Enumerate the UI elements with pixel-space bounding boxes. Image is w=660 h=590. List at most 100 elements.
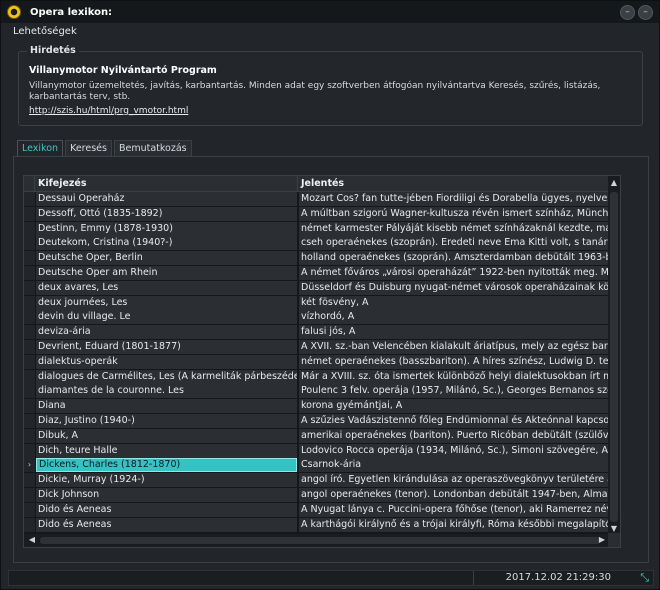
close-button[interactable]: – — [638, 5, 653, 20]
row-header[interactable] — [24, 443, 35, 458]
row-header[interactable] — [24, 369, 35, 384]
row-header[interactable] — [24, 295, 35, 310]
cell-kifejezes[interactable]: Dibuk, A — [36, 428, 297, 443]
cell-kifejezes[interactable]: dialogues de Carmélites, Les (A karmelit… — [36, 369, 297, 384]
row-header[interactable] — [24, 502, 35, 517]
cell-kifejezes[interactable]: Diana — [36, 399, 297, 414]
resize-grip-icon[interactable]: ⤡ — [640, 571, 649, 585]
cell-jelentes[interactable]: Már a XVIII. sz. óta ismertek különböző … — [299, 369, 610, 384]
cell-jelentes[interactable]: A német főváros „városi operaházát” 1922… — [299, 265, 610, 280]
row-header[interactable] — [24, 399, 35, 414]
cell-jelentes[interactable]: holland operaénekes (szoprán). Amszterda… — [299, 251, 610, 266]
table-row[interactable]: dialogues de Carmélites, Les (A karmelit… — [24, 369, 610, 385]
scroll-up-icon[interactable]: ▲ — [608, 178, 620, 187]
row-header[interactable] — [24, 339, 35, 354]
cell-kifejezes[interactable]: Dickie, Murray (1924-) — [36, 473, 297, 488]
row-header[interactable] — [24, 236, 35, 251]
row-selected-indicator-icon[interactable]: › — [24, 458, 35, 473]
column-header-jelentes[interactable]: Jelentés — [298, 176, 610, 192]
scroll-left-icon[interactable]: ◀ — [26, 535, 38, 544]
cell-jelentes[interactable]: Poulenc 3 felv. operája (1957, Milánó, S… — [299, 384, 610, 399]
horizontal-scrollbar[interactable]: ◀ ▶ — [24, 534, 610, 547]
scroll-right-icon[interactable]: ▶ — [596, 535, 608, 544]
row-header[interactable] — [24, 280, 35, 295]
menu-options[interactable]: Lehetőségek — [13, 26, 77, 37]
cell-kifejezes[interactable]: diamantes de la couronne. Les — [36, 384, 297, 399]
row-header[interactable] — [24, 206, 35, 221]
cell-jelentes[interactable]: Düsseldorf és Duisburg nyugat-német váro… — [299, 280, 610, 295]
vertical-scroll-thumb[interactable] — [610, 192, 618, 522]
table-row[interactable]: Destinn, Emmy (1878-1930) német karmester… — [24, 221, 610, 237]
table-row[interactable]: dialektus-operák német operaénekes (bassz… — [24, 354, 610, 370]
cell-jelentes[interactable]: angol író. Egyetlen kirándulása az opera… — [299, 473, 610, 488]
tab-kereses[interactable]: Keresés — [65, 140, 112, 156]
cell-jelentes[interactable]: német karmester Pályáját kisebb német sz… — [299, 221, 610, 236]
vertical-scrollbar[interactable]: ▲ ▼ — [608, 176, 620, 535]
table-row[interactable]: deux journées, Les két fösvény, A — [24, 295, 610, 311]
cell-jelentes[interactable]: falusi jós, A — [299, 325, 610, 340]
table-row[interactable]: Devrient, Eduard (1801-1877) A XVII. sz.-… — [24, 339, 610, 355]
table-row[interactable]: › Dickens, Charles (1812-1870) Csarnok-ári… — [24, 458, 610, 474]
row-header[interactable] — [24, 310, 35, 325]
row-header[interactable] — [24, 221, 35, 236]
row-header[interactable] — [24, 192, 35, 206]
minimize-button[interactable]: – — [620, 5, 635, 20]
cell-jelentes[interactable]: A múltban szigorú Wagner-kultusza révén … — [299, 206, 610, 221]
cell-kifejezes[interactable]: deux avares, Les — [36, 280, 297, 295]
cell-jelentes[interactable]: Lodovico Rocca operája (1934, Milánó, Sc… — [299, 443, 610, 458]
cell-jelentes[interactable]: Csarnok-ária — [299, 458, 610, 473]
row-header[interactable] — [24, 251, 35, 266]
table-row[interactable]: Diaz, Justino (1940-) A szűzies Vadászist… — [24, 413, 610, 429]
table-row[interactable]: deviza-ária falusi jós, A — [24, 325, 610, 340]
title-bar[interactable]: Opera lexikon: – – — [1, 1, 659, 23]
cell-jelentes[interactable]: A szűzies Vadászistennő főleg Endümionna… — [299, 413, 610, 428]
cell-jelentes[interactable]: A karthágói királynő és a trójai királyf… — [299, 517, 610, 532]
table-row[interactable]: Deutekom, Cristina (1940?-) cseh operaéne… — [24, 236, 610, 252]
row-header[interactable] — [24, 473, 35, 488]
table-row[interactable]: Dick Johnson angol operaénekes (tenor). L… — [24, 487, 610, 503]
cell-kifejezes[interactable]: Deutsche Oper, Berlin — [36, 251, 297, 266]
table-row[interactable]: Deutsche Oper am Rhein A német főváros „v… — [24, 265, 610, 281]
cell-jelentes[interactable]: angol operaénekes (tenor). Londonban deb… — [299, 487, 610, 502]
table-row[interactable]: devin du village. Le vízhordó, A — [24, 310, 610, 326]
cell-jelentes[interactable]: két fösvény, A — [299, 295, 610, 310]
cell-jelentes[interactable]: Mozart Cos? fan tutte-jében Fiordiligi é… — [299, 192, 610, 206]
tab-bemutatkozas[interactable]: Bemutatkozás — [113, 140, 192, 156]
cell-kifejezes[interactable]: Devrient, Eduard (1801-1877) — [36, 339, 297, 354]
row-header[interactable] — [24, 384, 35, 399]
cell-kifejezes[interactable]: Diaz, Justino (1940-) — [36, 413, 297, 428]
cell-kifejezes[interactable]: Dido és Aeneas — [36, 517, 297, 532]
cell-jelentes[interactable]: vízhordó, A — [299, 310, 610, 325]
cell-kifejezes[interactable]: deux journées, Les — [36, 295, 297, 310]
table-row[interactable]: Dich, teure Halle Lodovico Rocca operája … — [24, 443, 610, 459]
cell-kifejezes[interactable]: devin du village. Le — [36, 310, 297, 325]
cell-kifejezes[interactable]: Dick Johnson — [36, 487, 297, 502]
cell-jelentes[interactable]: német operaénekes (basszbariton). A híre… — [299, 354, 610, 369]
table-row[interactable]: Dibuk, Aamerikai operaénekes (bariton). … — [24, 428, 610, 444]
cell-kifejezes[interactable]: Deutekom, Cristina (1940?-) — [36, 236, 297, 251]
table-row[interactable]: Deutsche Oper, Berlin holland operaénekes… — [24, 251, 610, 266]
table-row[interactable]: Dido és Aeneas A karthágói királynő és a … — [24, 517, 610, 533]
table-row[interactable]: Dickie, Murray (1924-) angol író. Egyetle… — [24, 473, 610, 488]
row-header[interactable] — [24, 517, 35, 532]
lexicon-grid[interactable]: Kifejezés Jelentés Dessaui Operaház Mozar… — [23, 175, 621, 548]
cell-jelentes[interactable]: A XVII. sz.-ban Velencében kialakult ári… — [299, 339, 610, 354]
cell-kifejezes[interactable]: Deutsche Oper am Rhein — [36, 265, 297, 280]
table-row[interactable]: diamantes de la couronne. Les Poulenc 3 f… — [24, 384, 610, 400]
cell-kifejezes[interactable]: Destinn, Emmy (1878-1930) — [36, 221, 297, 236]
column-header-kifejezes[interactable]: Kifejezés — [35, 176, 298, 192]
scroll-down-icon[interactable]: ▼ — [608, 524, 620, 533]
row-header[interactable] — [24, 354, 35, 369]
table-row[interactable]: Diana korona gyémántjai, A — [24, 399, 610, 414]
row-header[interactable] — [24, 487, 35, 502]
cell-kifejezes[interactable]: Dido és Aeneas — [36, 502, 297, 517]
table-row[interactable]: Dido és Aeneas A Nyugat lánya c. Puccini-… — [24, 502, 610, 518]
cell-kifejezes[interactable]: Dessaui Operaház — [36, 192, 297, 206]
cell-kifejezes[interactable]: Dickens, Charles (1812-1870) — [36, 458, 297, 473]
cell-jelentes[interactable]: amerikai operaénekes (bariton). Puerto R… — [299, 428, 610, 443]
cell-jelentes[interactable]: A Nyugat lánya c. Puccini-opera főhőse (… — [299, 502, 610, 517]
table-row[interactable]: Dessoff, Ottó (1835-1892) A múltban szigo… — [24, 206, 610, 222]
row-header[interactable] — [24, 428, 35, 443]
row-header[interactable] — [24, 325, 35, 340]
cell-jelentes[interactable]: cseh operaénekes (szoprán). Eredeti neve… — [299, 236, 610, 251]
